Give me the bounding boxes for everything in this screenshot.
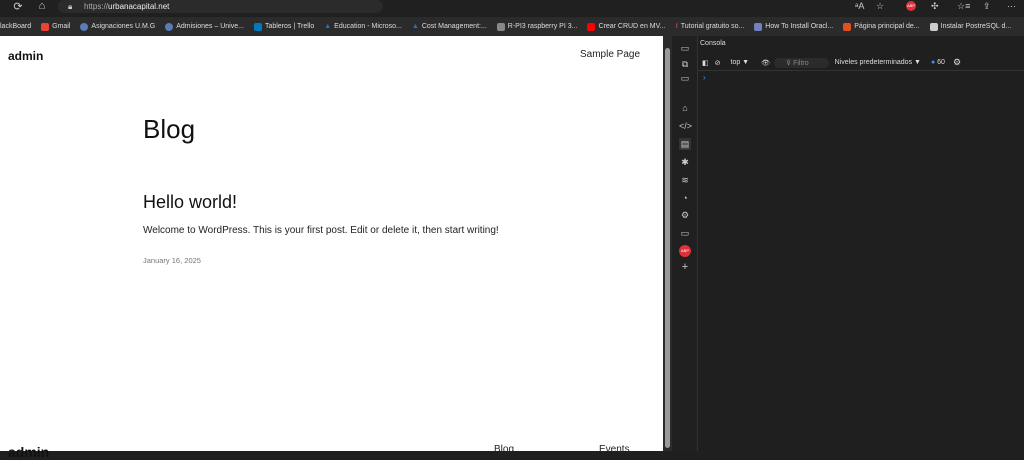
azure-icon: ▲ xyxy=(411,23,419,30)
bookmark-label: Página principal de... xyxy=(854,23,920,30)
page-scrollbar[interactable] xyxy=(663,36,672,451)
reload-icon[interactable]: ⟳ xyxy=(11,0,25,13)
bookmark-label: lackBoard xyxy=(0,23,32,30)
bookmark[interactable]: Gmail xyxy=(36,22,75,31)
bookmark-label: Asignaciones U.M.G xyxy=(91,23,156,30)
console-tab[interactable]: Consola xyxy=(700,40,726,47)
bookmark[interactable]: Asignaciones U.M.G xyxy=(75,22,160,31)
settings-gear-icon[interactable]: ⚙ xyxy=(679,209,691,221)
page-title: Blog xyxy=(143,114,196,144)
network-wifi-icon[interactable]: ≋ xyxy=(679,174,691,186)
bookmark[interactable]: lackBoard xyxy=(0,23,36,30)
bookmark-label: Gmail xyxy=(52,23,71,30)
clear-console-icon[interactable]: ⊘ xyxy=(715,59,721,67)
inspect-icon[interactable]: ⧉ xyxy=(679,58,691,70)
bookmark-label: Crear CRUD en MV... xyxy=(598,23,666,30)
trello-icon xyxy=(253,22,262,31)
bookmark[interactable]: ▲ Cost Management:... xyxy=(407,23,492,30)
bookmark[interactable]: Crear CRUD en MV... xyxy=(582,22,670,31)
footer-link-events[interactable]: Events xyxy=(599,444,630,455)
post-title[interactable]: Hello world! xyxy=(143,192,237,213)
bookmark-label: Cost Management:... xyxy=(421,23,487,30)
site-title[interactable]: admin xyxy=(8,49,43,63)
elements-code-icon[interactable]: </> xyxy=(679,120,692,132)
url-domain: urbanacapital.net xyxy=(108,2,170,11)
home-icon[interactable]: ⌂ xyxy=(35,0,49,12)
dock-icon[interactable]: ▭ xyxy=(679,72,691,84)
console-toolbar: ◧ ⊘ top ▼ 👁︎ ⊽ Filtro Niveles predetermi… xyxy=(698,55,1024,71)
bookmark-label: Tableros | Trello xyxy=(264,23,315,30)
share-icon[interactable]: ⇪ xyxy=(983,1,991,12)
gmail-icon xyxy=(41,22,50,31)
console-icon[interactable]: ▤ xyxy=(679,138,691,150)
sidebar-toggle-icon[interactable]: ◧ xyxy=(702,59,709,67)
azure-icon: ▲ xyxy=(324,23,332,30)
application-icon[interactable]: ▭ xyxy=(679,227,691,239)
scrollbar-thumb[interactable] xyxy=(665,48,670,448)
live-expression-eye-icon[interactable]: 👁︎ xyxy=(761,59,770,67)
devtools-console-panel: Consola ◧ ⊘ top ▼ 👁︎ ⊽ Filtro Niveles pr… xyxy=(698,36,1024,451)
lock-icon: 🔒︎ xyxy=(68,2,73,11)
bookmark[interactable]: Admisiones – Unive... xyxy=(160,22,249,31)
footer-site-title[interactable]: admin xyxy=(8,444,49,460)
web-page: admin Sample Page Blog Hello world! Welc… xyxy=(0,36,663,460)
nav-sample-page[interactable]: Sample Page xyxy=(580,49,640,60)
device-emulation-icon[interactable]: ▭ xyxy=(679,42,691,54)
bookmark[interactable]: Página principal de... xyxy=(838,22,924,31)
bookmark-label: R-PI3 raspberry PI 3... xyxy=(507,23,578,30)
tutorial-icon: ℓ xyxy=(675,23,678,30)
page-icon xyxy=(754,22,763,31)
umg-icon xyxy=(80,22,89,31)
issues-counter[interactable]: ● 60 xyxy=(931,59,945,66)
favorite-star-icon[interactable]: ☆ xyxy=(876,1,884,12)
console-settings-icon[interactable]: ⚙ xyxy=(953,57,961,68)
log-levels-label: Niveles predeterminados xyxy=(834,59,913,66)
devtools-activity-bar: ▭ ⧉ ▭ ⌂ </> ▤ ✱ ≋ ◔ ⚙ ▭ ABP + xyxy=(672,36,698,451)
read-aloud-icon[interactable]: ᵃA xyxy=(855,1,864,11)
bookmark[interactable]: R-PI3 raspberry PI 3... xyxy=(492,22,583,31)
browser-toolbar: ⟳ ⌂ 🔒︎ https://urbanacapital.net ᵃA ☆ AB… xyxy=(0,0,1024,15)
bookmark[interactable]: Tableros | Trello xyxy=(249,22,319,31)
context-select[interactable]: top ▼ xyxy=(731,59,750,66)
address-bar[interactable]: 🔒︎ https://urbanacapital.net xyxy=(58,0,383,13)
context-value: top xyxy=(730,59,741,66)
favorites-icon[interactable]: ☆≡ xyxy=(957,1,970,12)
bookmark-label: Instalar PostreSQL d... xyxy=(940,23,1012,30)
filter-placeholder: Filtro xyxy=(793,59,809,67)
page-icon xyxy=(929,22,938,31)
issues-icon: ● xyxy=(930,59,936,66)
welcome-home-icon[interactable]: ⌂ xyxy=(679,102,691,114)
sources-bug-icon[interactable]: ✱ xyxy=(679,156,691,168)
page-icon xyxy=(496,22,505,31)
extensions-icon[interactable]: ✣ xyxy=(931,1,939,12)
console-prompt[interactable]: › xyxy=(703,73,706,82)
log-levels-select[interactable]: Niveles predeterminados ▼ xyxy=(835,59,921,66)
footer-link-blog[interactable]: Blog xyxy=(494,444,514,455)
url-prefix: https:// xyxy=(84,2,109,11)
bookmark[interactable]: ▲ Education - Microso... xyxy=(319,23,407,30)
office-icon xyxy=(843,22,852,31)
umg-icon xyxy=(165,22,174,31)
post-excerpt: Welcome to WordPress. This is your first… xyxy=(143,225,499,236)
issues-count: 60 xyxy=(937,59,945,66)
bookmark-label: Tutorial gratuito so... xyxy=(680,23,745,30)
bookmark-label: Education - Microso... xyxy=(334,23,402,30)
adblock-panel-icon[interactable]: ABP xyxy=(679,245,691,257)
post-date[interactable]: January 16, 2025 xyxy=(143,256,201,265)
bookmark[interactable]: Instalar PostreSQL d... xyxy=(925,22,1017,31)
bookmark-label: Admisiones – Unive... xyxy=(176,23,244,30)
youtube-icon xyxy=(587,22,596,31)
bookmarks-bar: lackBoard Gmail Asignaciones U.M.G Admis… xyxy=(0,17,1024,36)
adblock-icon[interactable]: ABP xyxy=(906,1,916,11)
performance-icon[interactable]: ◔ xyxy=(679,192,691,204)
bookmark[interactable]: ℓ Tutorial gratuito so... xyxy=(670,23,749,30)
bookmark-label: How To Install Oracl... xyxy=(765,23,834,30)
filter-input[interactable]: ⊽ Filtro xyxy=(774,57,829,68)
more-icon[interactable]: ··· xyxy=(1007,1,1016,11)
bookmark[interactable]: How To Install Oracl... xyxy=(749,22,838,31)
add-tool-icon[interactable]: + xyxy=(679,261,691,273)
